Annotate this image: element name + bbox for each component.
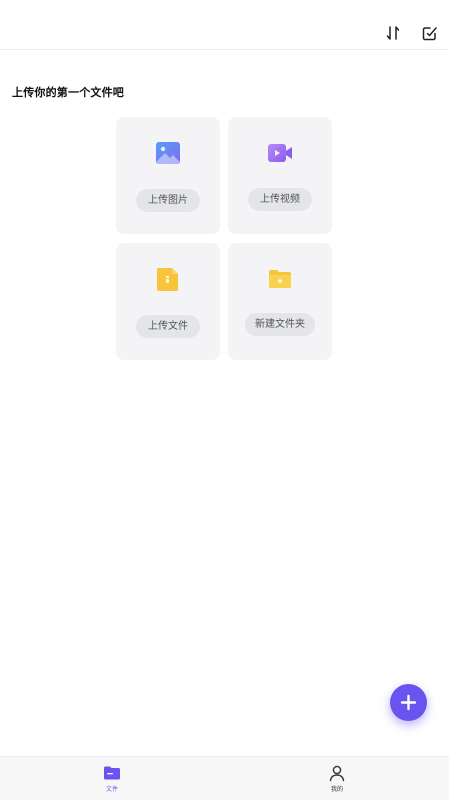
top-bar bbox=[0, 0, 449, 50]
sort-arrows-icon[interactable] bbox=[384, 24, 402, 42]
image-icon bbox=[156, 142, 180, 164]
upload-image-card[interactable]: 上传图片 bbox=[116, 117, 220, 234]
upload-image-button[interactable]: 上传图片 bbox=[136, 189, 200, 212]
plus-icon bbox=[400, 694, 417, 711]
folder-icon bbox=[269, 270, 291, 288]
video-icon bbox=[268, 144, 292, 162]
edit-check-icon[interactable] bbox=[421, 24, 439, 42]
screen: 上传你的第一个文件吧 上传图片 上传视频 上传文件 新建文件夹 文件 我的 bbox=[0, 0, 449, 800]
add-fab-button[interactable] bbox=[390, 684, 427, 721]
nav-item-me[interactable]: 我的 bbox=[307, 764, 367, 798]
upload-video-card[interactable]: 上传视频 bbox=[228, 117, 332, 234]
new-folder-card[interactable]: 新建文件夹 bbox=[228, 243, 332, 360]
new-folder-button[interactable]: 新建文件夹 bbox=[245, 313, 315, 336]
upload-file-button[interactable]: 上传文件 bbox=[136, 315, 200, 338]
person-icon bbox=[329, 765, 345, 782]
page-title: 上传你的第一个文件吧 bbox=[12, 86, 124, 99]
upload-file-card[interactable]: 上传文件 bbox=[116, 243, 220, 360]
nav-item-files-label: 文件 bbox=[105, 786, 118, 793]
nav-item-me-label: 我的 bbox=[330, 786, 343, 793]
document-icon bbox=[157, 268, 178, 291]
folder-icon bbox=[104, 766, 120, 780]
bottom-nav: 文件 我的 bbox=[0, 756, 449, 800]
nav-item-files[interactable]: 文件 bbox=[82, 764, 142, 798]
upload-video-button[interactable]: 上传视频 bbox=[248, 188, 312, 211]
